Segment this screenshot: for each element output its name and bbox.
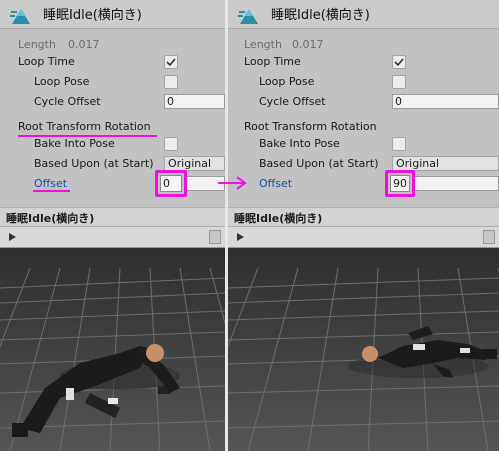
preview-settings-button[interactable]	[209, 230, 221, 244]
loop-time-label: Loop Time	[18, 55, 75, 68]
offset-field-extension	[412, 176, 499, 191]
offset-label: Offset	[259, 177, 293, 190]
root-rotation-label: Root Transform Rotation	[244, 120, 377, 133]
based-upon-dropdown[interactable]: Original	[164, 156, 225, 171]
loop-time-row: Loop Time	[228, 54, 499, 72]
clip-title: 睡眠Idle(横向き)	[271, 8, 370, 23]
unity-animation-clip-icon	[238, 9, 258, 24]
loop-pose-label: Loop Pose	[34, 75, 90, 88]
offset-highlight-box: 90	[385, 170, 415, 197]
preview-title: 睡眠Idle(横向き)	[234, 212, 323, 225]
bake-into-pose-checkbox[interactable]	[164, 137, 178, 151]
bake-into-pose-label: Bake Into Pose	[259, 137, 340, 150]
bake-into-pose-row: Bake Into Pose	[0, 136, 225, 154]
cycle-offset-row: Cycle Offset 0	[0, 94, 225, 112]
length-value: 0.017	[68, 38, 100, 51]
offset-input[interactable]: 90	[390, 175, 410, 192]
based-upon-row: Based Upon (at Start) Original	[0, 156, 225, 174]
loop-pose-label: Loop Pose	[259, 75, 315, 88]
length-row: Length 0.017	[0, 37, 225, 55]
checkmark-icon	[166, 58, 176, 67]
loop-pose-checkbox[interactable]	[164, 75, 178, 89]
root-rotation-label: Root Transform Rotation	[18, 120, 151, 133]
preview-title: 睡眠Idle(横向き)	[6, 212, 95, 225]
unity-animation-clip-icon	[10, 9, 30, 24]
animation-preview-viewport[interactable]	[0, 248, 225, 451]
animation-preview-viewport[interactable]	[228, 248, 499, 451]
bake-into-pose-checkbox[interactable]	[392, 137, 406, 151]
offset-label: Offset	[34, 177, 68, 190]
cycle-offset-field[interactable]: 0	[164, 94, 225, 109]
loop-time-label: Loop Time	[244, 55, 301, 68]
offset-highlight-box: 0	[155, 170, 187, 197]
offset-input[interactable]: 0	[160, 175, 182, 192]
length-row: Length 0.017	[228, 37, 499, 55]
clip-title: 睡眠Idle(横向き)	[43, 8, 142, 23]
loop-time-checkbox[interactable]	[164, 55, 178, 69]
checkmark-icon	[394, 58, 404, 67]
loop-pose-checkbox[interactable]	[392, 75, 406, 89]
cycle-offset-row: Cycle Offset 0	[228, 94, 499, 112]
length-label: Length	[18, 38, 56, 51]
cycle-offset-field[interactable]: 0	[392, 94, 499, 109]
bake-into-pose-label: Bake Into Pose	[34, 137, 115, 150]
bake-into-pose-row: Bake Into Pose	[228, 136, 499, 154]
inspector-panel-before: 睡眠Idle(横向き) Length 0.017 Loop Time Loop …	[0, 0, 225, 451]
loop-pose-row: Loop Pose	[228, 74, 499, 92]
arrow-right-icon	[218, 176, 247, 190]
preview-scene	[228, 248, 499, 451]
cycle-offset-label: Cycle Offset	[259, 95, 326, 108]
inspector-header: 睡眠Idle(横向き)	[0, 0, 225, 29]
preview-header: 睡眠Idle(横向き)	[228, 207, 499, 227]
offset-highlight-underline	[33, 190, 70, 192]
inspector-header: 睡眠Idle(横向き)	[228, 0, 499, 29]
based-upon-row: Based Upon (at Start) Original	[228, 156, 499, 174]
loop-time-row: Loop Time	[0, 54, 225, 72]
play-icon[interactable]	[4, 230, 20, 244]
preview-scene	[0, 248, 225, 451]
based-upon-label: Based Upon (at Start)	[34, 157, 154, 170]
preview-toolbar	[0, 227, 225, 248]
based-upon-dropdown[interactable]: Original	[392, 156, 499, 171]
length-value: 0.017	[292, 38, 324, 51]
preview-settings-button[interactable]	[483, 230, 495, 244]
loop-time-checkbox[interactable]	[392, 55, 406, 69]
loop-pose-row: Loop Pose	[0, 74, 225, 92]
length-label: Length	[244, 38, 282, 51]
play-icon[interactable]	[232, 230, 248, 244]
inspector-panel-after: 睡眠Idle(横向き) Length 0.017 Loop Time Loop …	[228, 0, 499, 451]
preview-header: 睡眠Idle(横向き)	[0, 207, 225, 227]
root-rotation-row: Root Transform Rotation	[228, 119, 499, 137]
based-upon-label: Based Upon (at Start)	[259, 157, 379, 170]
cycle-offset-label: Cycle Offset	[34, 95, 101, 108]
preview-toolbar	[228, 227, 499, 248]
